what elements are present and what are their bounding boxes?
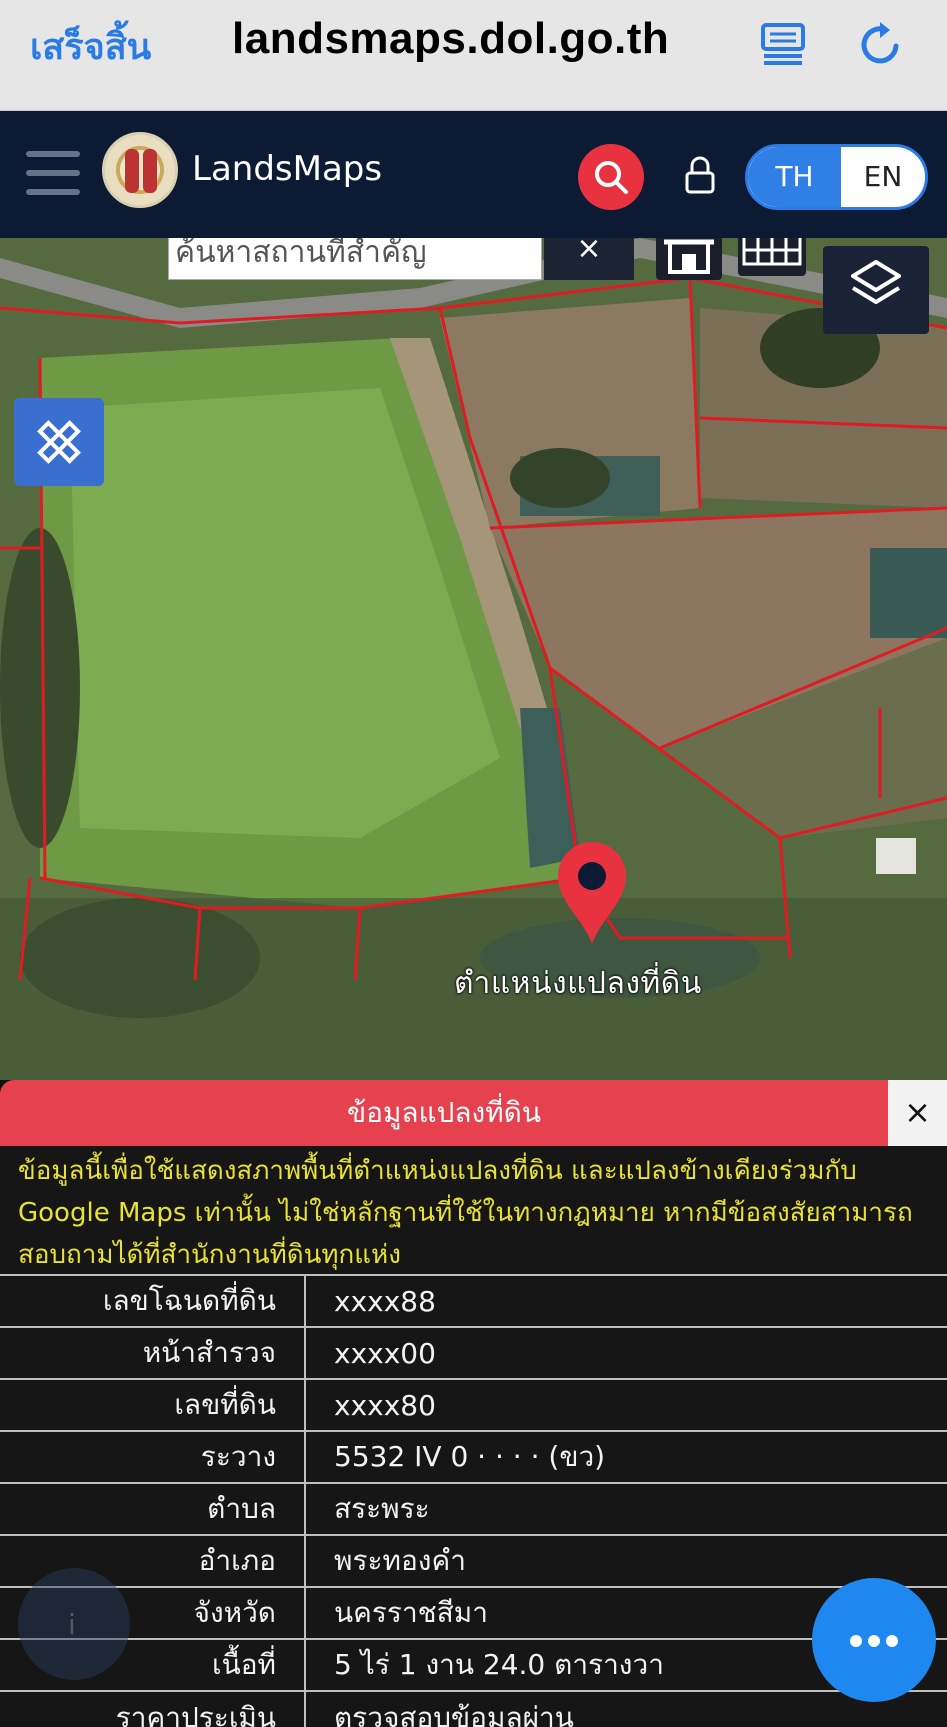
search-icon [595,161,628,194]
map-imagery [0,238,947,1080]
parcel-info-table: เลขโฉนดที่ดิน xxxx88 หน้าสำรวจ xxxx00 เลขท… [0,1274,947,1727]
row-value: xxxx88 [305,1274,947,1327]
row-key: เลขโฉนดที่ดิน [0,1274,306,1327]
info-icon: i [68,1608,76,1641]
row-value: xxxx00 [305,1326,947,1379]
pin-label: ตำแหน่งแปลงที่ดิน [454,966,702,1001]
search-button[interactable] [578,144,644,210]
row-value: สระพระ [305,1482,947,1535]
panel-title: ข้อมูลแปลงที่ดิน [0,1080,888,1146]
more-dot-icon [886,1635,898,1647]
row-key: ตำบล [0,1482,306,1535]
table-row: เลขโฉนดที่ดิน xxxx88 [0,1274,947,1327]
table-row: ราคาประเมิน ตรวจสอบข้อมูลผ่าน [0,1690,947,1727]
table-row: เลขที่ดิน xxxx80 [0,1378,947,1431]
url-address[interactable]: landsmaps.dol.go.th [232,14,669,64]
layers-icon [851,260,901,304]
more-dot-icon [850,1635,862,1647]
menu-icon[interactable] [26,151,80,195]
table-row: หน้าสำรวจ xxxx00 [0,1326,947,1379]
measure-tool-button[interactable] [14,398,104,486]
home-icon [664,239,714,274]
lock-icon[interactable] [684,155,716,195]
row-value: xxxx80 [305,1378,947,1431]
app-header: LandsMaps TH EN [0,111,947,238]
satellite-map[interactable]: ค้นหาสถานที่สำคัญ × ตำแหน่งแปลงที่ดิน [0,238,947,1080]
more-dot-icon [868,1635,880,1647]
panel-close-button[interactable]: × [888,1080,947,1146]
row-key: หน้าสำรวจ [0,1326,306,1379]
done-button[interactable]: เสร็จสิ้น [30,18,151,75]
table-row: ตำบล สระพระ [0,1482,947,1535]
browser-toolbar: เสร็จสิ้น landsmaps.dol.go.th [0,0,947,111]
department-logo [102,132,178,208]
table-row: อำเภอ พระทองคำ [0,1534,947,1587]
lang-en-button[interactable]: EN [841,147,925,207]
brand-name: LandsMaps [192,149,383,189]
row-key: ระวาง [0,1430,306,1483]
row-value: 5532 IV 0 · · · · (ขว) [305,1430,947,1483]
language-toggle: TH EN [745,144,928,210]
lang-th-button[interactable]: TH [748,147,841,207]
info-fab-button[interactable]: i [18,1568,130,1680]
grid-icon [742,238,802,266]
disclaimer-text: ข้อมูลนี้เพื่อใช้แสดงสภาพพื้นที่ตำแหน่งแ… [18,1156,913,1270]
place-search-input[interactable]: ค้นหาสถานที่สำคัญ [168,238,542,280]
table-row: จังหวัด นครราชสีมา [0,1586,947,1639]
row-key: ราคาประเมิน [0,1690,306,1727]
ruler-pencil-icon [37,420,81,464]
grid-map-button[interactable] [738,238,806,276]
layers-button[interactable] [823,246,929,334]
row-value: พระทองคำ [305,1534,947,1587]
table-row: ระวาง 5532 IV 0 · · · · (ขว) [0,1430,947,1483]
reload-icon[interactable] [856,20,904,68]
row-key: เลขที่ดิน [0,1378,306,1431]
reader-icon[interactable] [760,22,806,66]
more-fab-button[interactable] [812,1578,936,1702]
location-pin-icon[interactable] [554,840,630,948]
home-map-button[interactable] [656,238,722,280]
table-row: เนื้อที่ 5 ไร่ 1 งาน 24.0 ตารางวา [0,1638,947,1691]
search-clear-button[interactable]: × [544,238,634,280]
